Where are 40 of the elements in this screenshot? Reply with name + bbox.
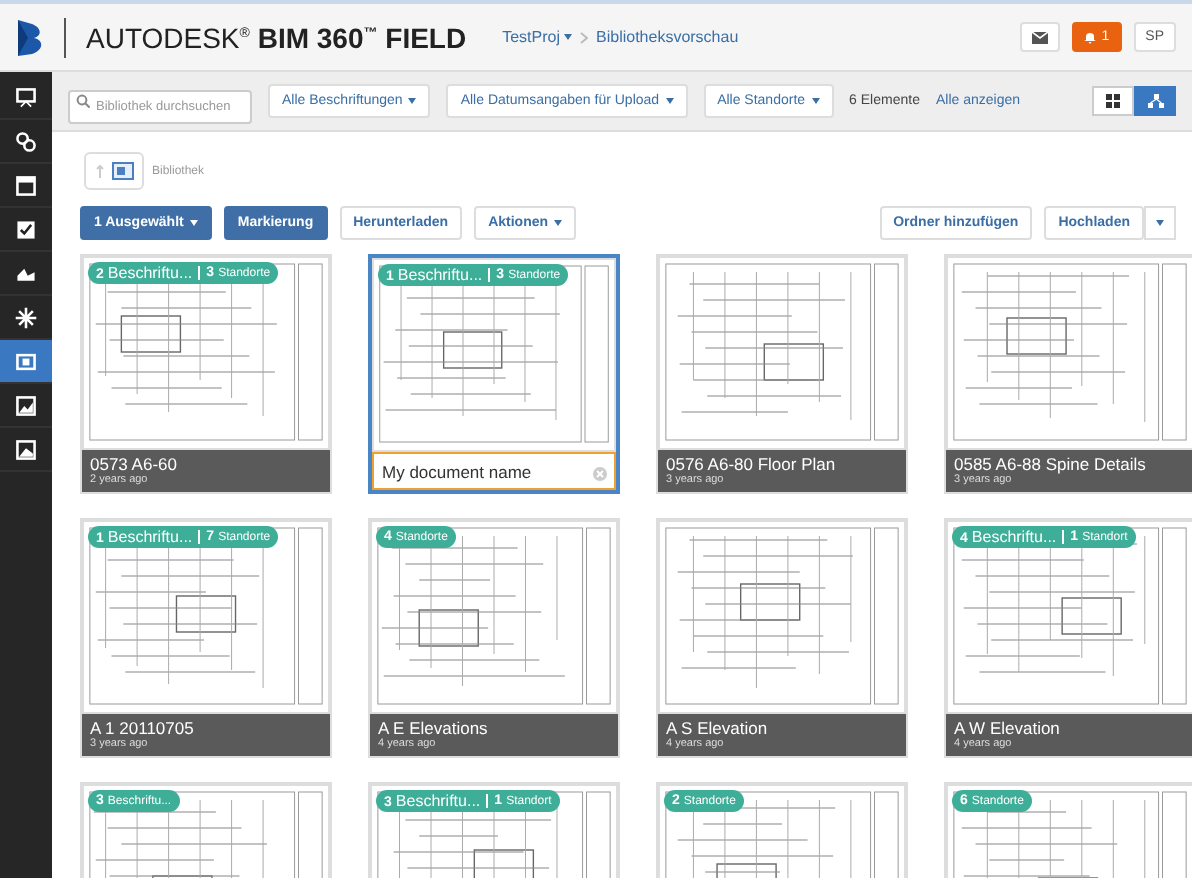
picture-icon bbox=[14, 393, 38, 417]
folder-up-button[interactable] bbox=[84, 152, 144, 190]
name-input-field[interactable]: My document name bbox=[372, 452, 616, 490]
calendar-icon bbox=[14, 173, 38, 197]
bell-icon bbox=[1083, 30, 1096, 44]
messages-button[interactable] bbox=[1019, 22, 1060, 52]
grid-view-button[interactable] bbox=[1092, 86, 1134, 116]
caret-icon bbox=[665, 98, 674, 104]
document-title: 0576 A6-80 Floor Plan bbox=[666, 454, 838, 474]
document-title: A 1 20110705 bbox=[90, 718, 196, 738]
document-title: A W Elevation bbox=[954, 718, 1062, 738]
split-dropdown-button[interactable] bbox=[1144, 206, 1176, 240]
envelope-icon bbox=[1031, 31, 1048, 43]
caret-icon bbox=[554, 220, 563, 226]
document-icon bbox=[14, 349, 38, 373]
monitor-icon bbox=[14, 85, 38, 109]
up-arrow-icon bbox=[95, 164, 103, 178]
breadcrumb-link[interactable]: Bibliotheksvorschau bbox=[596, 28, 739, 46]
chart-picture-icon bbox=[14, 437, 38, 461]
tree-view-button[interactable] bbox=[1134, 86, 1176, 116]
caret-icon bbox=[564, 34, 572, 40]
sidebar-item[interactable] bbox=[0, 340, 52, 384]
caret-icon bbox=[189, 220, 198, 226]
product-title: AUTODESK$^{®}$ BIM 360$^{™}$ FIELD bbox=[86, 21, 467, 53]
library-icon bbox=[111, 162, 133, 180]
caret-icon bbox=[1156, 220, 1164, 226]
document-title: 0573 A6-60 bbox=[90, 454, 179, 474]
document-title: 0585 A6-88 Spine Details bbox=[954, 454, 1148, 474]
asterisk-icon bbox=[14, 305, 38, 329]
breadcrumb-link[interactable]: TestProj bbox=[502, 28, 572, 46]
search-icon bbox=[76, 94, 90, 108]
chevron-icon bbox=[580, 31, 588, 43]
tree-icon bbox=[1147, 94, 1163, 108]
document-title: A E Elevations bbox=[378, 718, 490, 738]
logo-icon bbox=[16, 17, 44, 57]
caret-icon bbox=[811, 98, 820, 104]
document-title: A S Elevation bbox=[666, 718, 770, 738]
grid-icon bbox=[1106, 94, 1120, 108]
caret-icon bbox=[408, 98, 417, 104]
checkbox-icon bbox=[14, 217, 38, 241]
